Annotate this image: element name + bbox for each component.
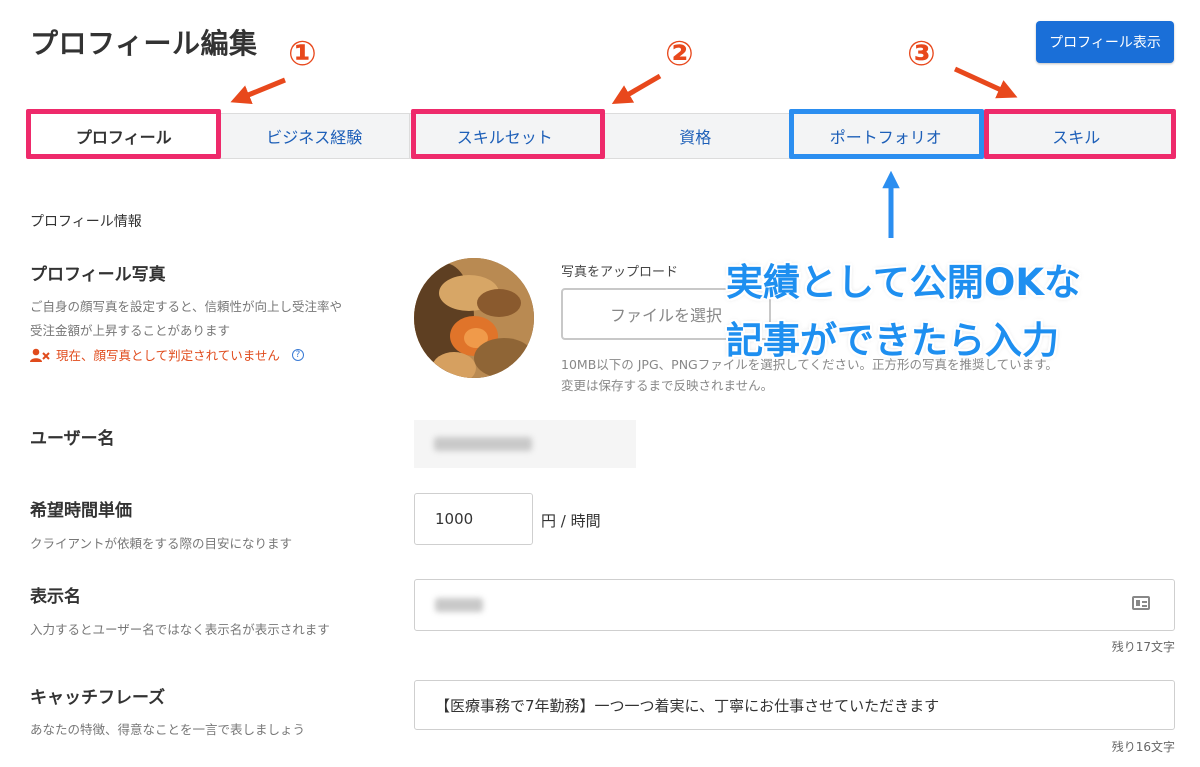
id-card-icon bbox=[1132, 596, 1150, 610]
catchphrase-input[interactable]: 【医療事務で7年勤務】一つ一つ着実に、丁寧にお仕事させていただきます bbox=[414, 680, 1175, 730]
page-title: プロフィール編集 bbox=[30, 27, 258, 60]
arrow-3 bbox=[953, 66, 1018, 99]
section-label-profile-info: プロフィール情報 bbox=[30, 214, 142, 230]
annotation-number-2: ② bbox=[665, 34, 694, 74]
username-redacted bbox=[434, 437, 532, 451]
tab-skillset[interactable]: スキルセット bbox=[410, 114, 601, 158]
username-value bbox=[414, 420, 636, 468]
tab-portfolio[interactable]: ポートフォリオ bbox=[791, 114, 982, 158]
avatar bbox=[414, 258, 534, 378]
tab-skills[interactable]: スキル bbox=[982, 114, 1172, 158]
display-name-field-desc: 入力するとユーザー名ではなく表示名が表示されます bbox=[30, 622, 330, 637]
photo-field-desc-line1: ご自身の顔写真を設定すると、信頼性が向上し受注率や bbox=[30, 299, 343, 314]
photo-warning: 現在、顔写真として判定されていません ? bbox=[30, 345, 304, 364]
callout-line1: 実績として公開OKな bbox=[726, 261, 1082, 304]
photo-warning-text: 現在、顔写真として判定されていません bbox=[56, 348, 280, 363]
avatar-dog-photo bbox=[414, 258, 534, 378]
rate-field-desc: クライアントが依頼をする際の目安になります bbox=[30, 536, 293, 551]
photo-field-desc-line2: 受注金額が上昇することがあります bbox=[30, 323, 231, 338]
catchphrase-value: 【医療事務で7年勤務】一つ一つ着実に、丁寧にお仕事させていただきます bbox=[435, 696, 940, 715]
hourly-rate-value: 1000 bbox=[435, 510, 474, 528]
annotation-number-1: ① bbox=[288, 34, 317, 74]
help-icon[interactable]: ? bbox=[291, 348, 304, 361]
tab-qualifications[interactable]: 資格 bbox=[601, 114, 791, 158]
callout-line2: 記事ができたら入力 bbox=[726, 319, 1059, 362]
display-name-redacted bbox=[435, 598, 483, 612]
catchphrase-remaining: 残り16文字 bbox=[1111, 740, 1175, 754]
page: プロフィール編集 プロフィール表示 プロフィール ビジネス経験 スキルセット 資… bbox=[0, 0, 1200, 767]
rate-field-title: 希望時間単価 bbox=[30, 501, 132, 521]
upload-label: 写真をアップロード bbox=[561, 265, 679, 280]
arrow-2 bbox=[611, 73, 662, 105]
photo-field-title: プロフィール写真 bbox=[30, 265, 166, 285]
profile-tabs: プロフィール ビジネス経験 スキルセット 資格 ポートフォリオ スキル bbox=[28, 113, 1172, 159]
display-name-field-title: 表示名 bbox=[30, 587, 81, 607]
tab-profile[interactable]: プロフィール bbox=[29, 114, 220, 158]
view-profile-button[interactable]: プロフィール表示 bbox=[1036, 21, 1174, 63]
tab-business-experience[interactable]: ビジネス経験 bbox=[220, 114, 410, 158]
display-name-remaining: 残り17文字 bbox=[1111, 640, 1175, 654]
username-field-title: ユーザー名 bbox=[30, 429, 115, 449]
rate-unit: 円 / 時間 bbox=[541, 512, 601, 530]
annotation-number-3: ③ bbox=[907, 34, 936, 74]
arrow-1 bbox=[230, 77, 286, 104]
catchphrase-field-title: キャッチフレーズ bbox=[30, 688, 166, 708]
hourly-rate-input[interactable]: 1000 bbox=[414, 493, 533, 545]
catchphrase-field-desc: あなたの特徴、得意なことを一言で表しましょう bbox=[30, 722, 306, 737]
user-cross-icon bbox=[30, 348, 50, 362]
upload-note-line2: 変更は保存するまで反映されません。 bbox=[561, 378, 774, 393]
display-name-input[interactable] bbox=[414, 579, 1175, 631]
